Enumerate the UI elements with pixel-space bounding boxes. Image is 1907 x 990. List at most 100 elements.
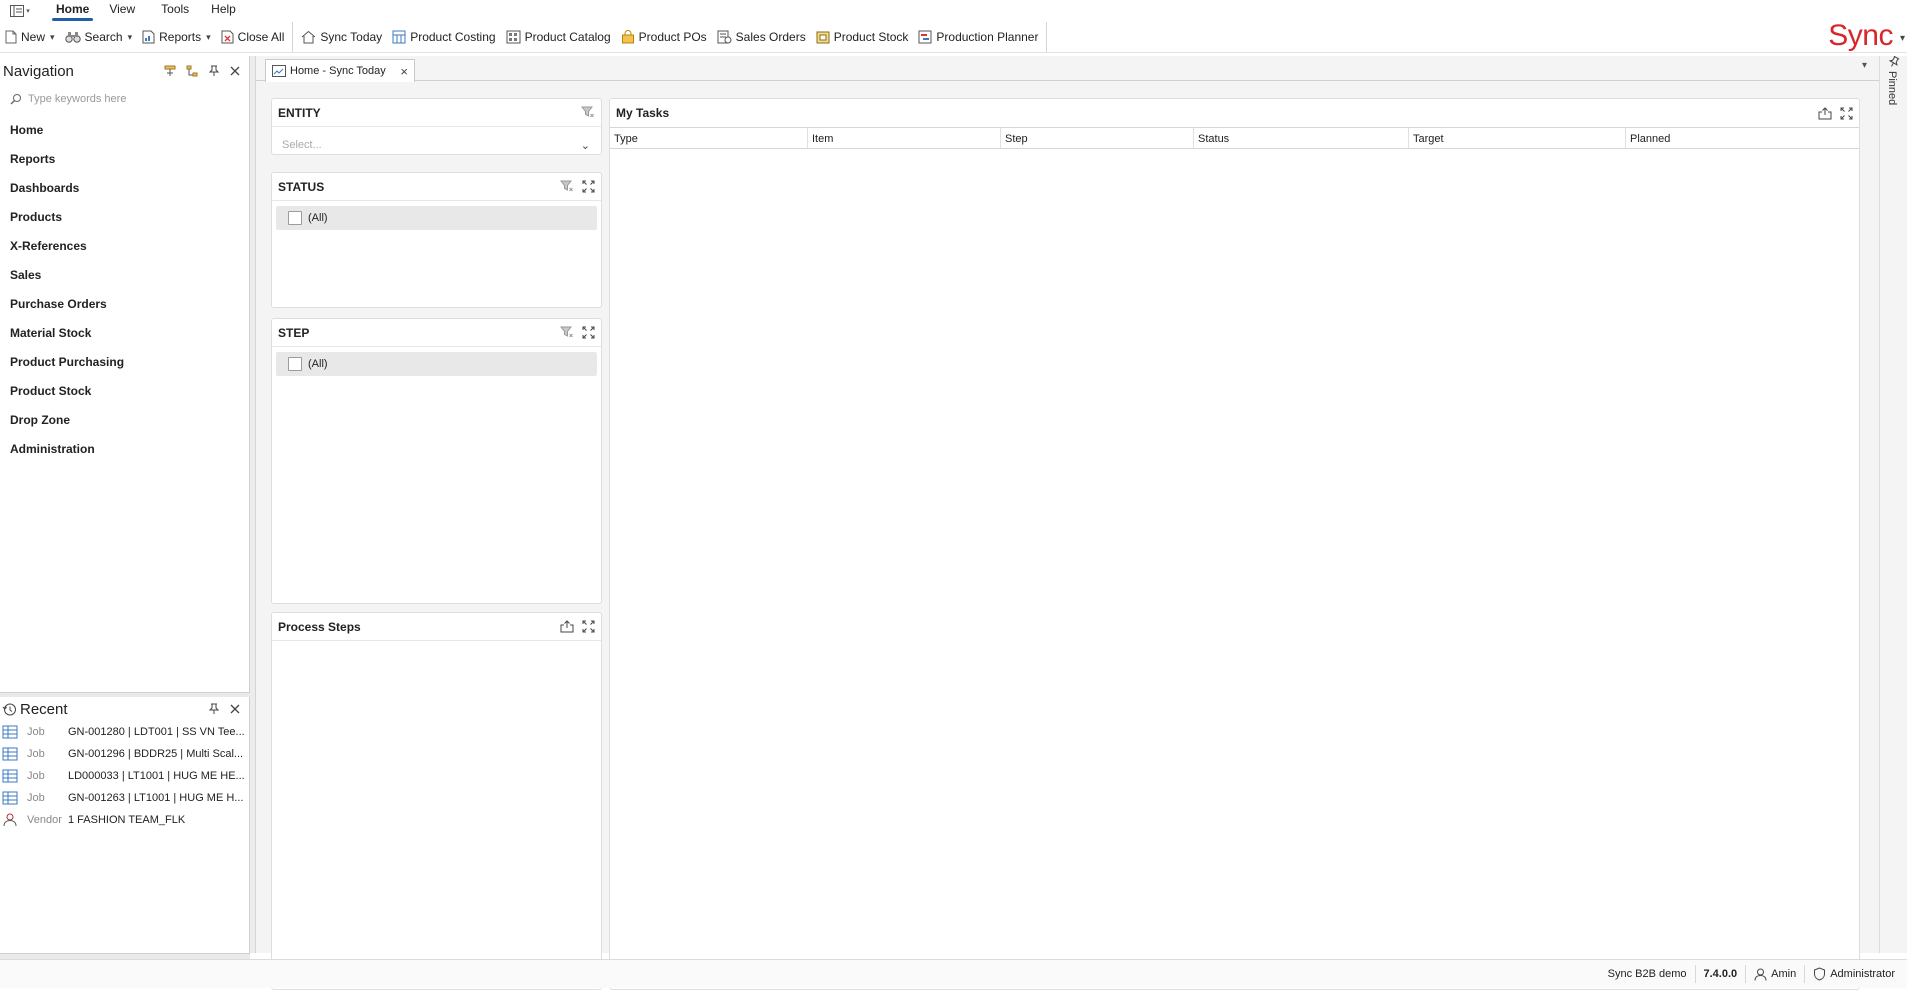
step-filter-card: STEP (All): [271, 318, 602, 604]
reports-button[interactable]: Reports ▾: [137, 24, 216, 50]
collapse-tree-icon[interactable]: [186, 65, 198, 77]
pin-icon[interactable]: [208, 65, 220, 77]
chevron-down-icon[interactable]: ▾: [1900, 33, 1905, 44]
sync-today-label: Sync Today: [320, 30, 383, 44]
stock-icon: [816, 30, 830, 44]
recent-item-type: Job: [27, 792, 45, 804]
nav-item-product-purchasing[interactable]: Product Purchasing: [0, 348, 249, 377]
app-menu-icon: [10, 4, 25, 17]
clear-filter-icon[interactable]: [560, 326, 574, 339]
menu-tab-tools[interactable]: Tools: [151, 0, 205, 21]
expand-tree-icon[interactable]: [164, 65, 176, 77]
close-all-icon: [221, 30, 234, 44]
clear-filter-icon[interactable]: [560, 180, 574, 193]
current-user[interactable]: Amin: [1745, 965, 1804, 983]
current-role[interactable]: Administrator: [1804, 965, 1903, 983]
binoculars-icon: [64, 30, 81, 44]
chevron-down-icon: ▾: [26, 7, 30, 15]
grid-icon: [0, 769, 20, 783]
menu-tab-home[interactable]: Home: [40, 0, 105, 21]
recent-item[interactable]: Job LD000033 | LT1001 | HUG ME HE...: [0, 765, 249, 787]
step-option-all[interactable]: (All): [276, 352, 597, 376]
checkbox[interactable]: [288, 211, 302, 225]
column-header-type[interactable]: Type: [610, 128, 808, 148]
recent-item[interactable]: Job GN-001296 | BDDR25 | Multi Scal...: [0, 743, 249, 765]
menu-tab-help[interactable]: Help: [205, 0, 252, 21]
maximize-icon[interactable]: [582, 180, 595, 193]
product-pos-button[interactable]: Product POs: [616, 24, 712, 50]
search-button[interactable]: Search ▾: [60, 24, 138, 50]
nav-item-dashboards[interactable]: Dashboards: [0, 174, 249, 203]
grid-icon: [0, 725, 20, 739]
catalog-icon: [506, 30, 521, 44]
process-steps-header: Process Steps: [272, 613, 601, 641]
step-header: STEP: [272, 319, 601, 347]
pinned-label[interactable]: Pinned: [1886, 71, 1898, 105]
site-name-text: Sync B2B demo: [1607, 968, 1687, 980]
checkbox[interactable]: [288, 357, 302, 371]
recent-item[interactable]: Job GN-001280 | LDT001 | SS VN Tee...: [0, 721, 249, 743]
entity-select[interactable]: Select... ⌄: [277, 130, 596, 160]
nav-item-administration[interactable]: Administration: [0, 435, 249, 464]
production-planner-button[interactable]: Production Planner: [913, 24, 1043, 50]
maximize-icon[interactable]: [1840, 107, 1853, 120]
column-header-item[interactable]: Item: [808, 128, 1001, 148]
nav-item-purchase-orders[interactable]: Purchase Orders: [0, 290, 249, 319]
chevron-down-icon: ▾: [50, 31, 55, 42]
status-bar: Sync B2B demo 7.4.0.0 Amin Administrator: [0, 959, 1907, 988]
pin-icon[interactable]: [1888, 56, 1900, 68]
column-header-target[interactable]: Target: [1409, 128, 1626, 148]
recent-item[interactable]: Job GN-001263 | LT1001 | HUG ME H...: [0, 787, 249, 809]
app-menu-button[interactable]: ▾: [0, 0, 40, 21]
tab-label: Home - Sync Today: [290, 65, 386, 77]
product-costing-label: Product Costing: [410, 30, 496, 44]
step-title: STEP: [278, 325, 310, 340]
nav-item-home[interactable]: Home: [0, 116, 249, 145]
export-icon[interactable]: [1818, 106, 1832, 120]
document-tabstrip: Home - Sync Today × ▾: [256, 56, 1879, 82]
navigation-search[interactable]: Type keywords here: [0, 86, 249, 112]
clear-filter-icon[interactable]: [581, 106, 595, 119]
recent-item[interactable]: Vendor 1 FASHION TEAM_FLK: [0, 809, 249, 831]
close-icon[interactable]: [230, 704, 240, 714]
history-icon: [2, 702, 17, 717]
nav-item-product-stock[interactable]: Product Stock: [0, 377, 249, 406]
menu-tab-view[interactable]: View: [105, 0, 151, 21]
navigation-title: Navigation: [3, 62, 74, 80]
sync-today-button[interactable]: Sync Today: [296, 24, 387, 50]
column-header-planned[interactable]: Planned: [1626, 128, 1859, 148]
sales-orders-button[interactable]: Sales Orders: [712, 24, 811, 50]
maximize-icon[interactable]: [582, 620, 595, 633]
nav-item-products[interactable]: Products: [0, 203, 249, 232]
product-catalog-button[interactable]: Product Catalog: [501, 24, 616, 50]
recent-panel: Recent Job GN-001280 | LDT001 | SS VN Te…: [0, 697, 250, 953]
close-icon[interactable]: ×: [400, 64, 408, 79]
close-icon[interactable]: [230, 66, 240, 76]
column-header-step[interactable]: Step: [1001, 128, 1194, 148]
nav-item-sales[interactable]: Sales: [0, 261, 249, 290]
nav-item-material-stock[interactable]: Material Stock: [0, 319, 249, 348]
recent-item-name: GN-001263 | LT1001 | HUG ME H...: [68, 792, 244, 804]
export-icon[interactable]: [560, 620, 574, 633]
status-option-all[interactable]: (All): [276, 206, 597, 230]
product-costing-button[interactable]: Product Costing: [387, 24, 500, 50]
entity-filter-card: ENTITY Select... ⌄: [271, 98, 602, 155]
nav-item-drop-zone[interactable]: Drop Zone: [0, 406, 249, 435]
new-button[interactable]: New ▾: [0, 24, 60, 50]
status-option-label: (All): [308, 212, 328, 224]
maximize-icon[interactable]: [582, 326, 595, 339]
nav-item-x-references[interactable]: X-References: [0, 232, 249, 261]
chevron-down-icon: ▾: [206, 31, 211, 42]
grid-icon: [0, 747, 20, 761]
close-all-button[interactable]: Close All: [216, 24, 290, 50]
nav-item-reports[interactable]: Reports: [0, 145, 249, 174]
sync-logo: Sync: [1828, 19, 1893, 52]
chevron-down-icon[interactable]: ▾: [1862, 60, 1867, 71]
product-stock-button[interactable]: Product Stock: [811, 24, 914, 50]
sales-orders-label: Sales Orders: [735, 30, 806, 44]
status-filter-card: STATUS (All): [271, 172, 602, 308]
tab-home-sync-today[interactable]: Home - Sync Today ×: [265, 59, 415, 82]
recent-item-type: Vendor: [27, 814, 62, 826]
pin-icon[interactable]: [208, 703, 220, 715]
column-header-status[interactable]: Status: [1194, 128, 1409, 148]
